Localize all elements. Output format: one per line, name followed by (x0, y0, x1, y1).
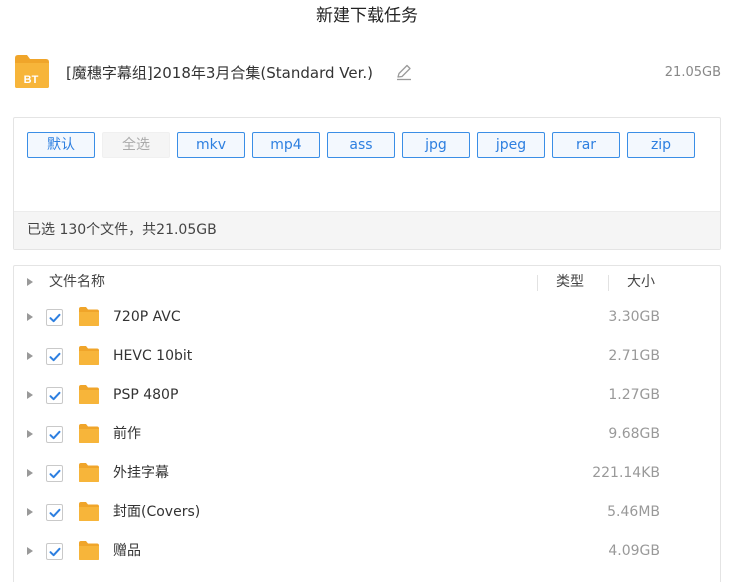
checkmark-icon (49, 391, 61, 401)
checkmark-icon (49, 352, 61, 362)
row-checkbox[interactable] (46, 426, 63, 443)
filter-mkv-button[interactable]: mkv (177, 132, 245, 158)
checkmark-icon (49, 547, 61, 557)
file-row[interactable]: 720P AVC 3.30GB (14, 298, 720, 337)
bt-file-icon: BT (15, 55, 49, 88)
folder-icon (79, 463, 99, 482)
file-row[interactable]: PSP 480P 1.27GB (14, 376, 720, 415)
filter-panel: 默认 全选 mkv mp4 ass jpg jpeg rar zip 已选 13… (13, 117, 721, 250)
expand-arrow-icon[interactable] (27, 391, 33, 399)
file-size: 3.30GB (608, 309, 660, 325)
column-header-type[interactable]: 类型 (556, 272, 584, 292)
expand-arrow-icon[interactable] (27, 508, 33, 516)
file-size: 221.14KB (592, 465, 660, 481)
task-header: BT [魔穗字幕组]2018年3月合集(Standard Ver.) 21.05… (13, 52, 721, 92)
filter-jpg-button[interactable]: jpg (402, 132, 470, 158)
filter-rar-button[interactable]: rar (552, 132, 620, 158)
file-row[interactable]: 外挂字幕 221.14KB (14, 454, 720, 493)
filter-default-button[interactable]: 默认 (27, 132, 95, 158)
task-total-size: 21.05GB (664, 65, 721, 80)
file-row[interactable]: 赠品 4.09GB (14, 532, 720, 571)
file-size: 9.68GB (608, 426, 660, 442)
expand-arrow-icon[interactable] (27, 430, 33, 438)
folder-icon (79, 346, 99, 365)
folder-icon (79, 502, 99, 521)
file-row[interactable]: 封面(Covers) 5.46MB (14, 493, 720, 532)
file-row[interactable]: 前作 9.68GB (14, 415, 720, 454)
row-checkbox[interactable] (46, 348, 63, 365)
checkmark-icon (49, 430, 61, 440)
filter-ass-button[interactable]: ass (327, 132, 395, 158)
expand-all-arrow-icon[interactable] (27, 278, 33, 286)
file-size: 4.09GB (608, 543, 660, 559)
column-header-name[interactable]: 文件名称 (49, 272, 105, 292)
filter-select-all-button[interactable]: 全选 (102, 132, 170, 158)
file-name: 720P AVC (113, 309, 181, 325)
task-name: [魔穗字幕组]2018年3月合集(Standard Ver.) (66, 64, 374, 82)
row-checkbox[interactable] (46, 387, 63, 404)
folder-icon (79, 385, 99, 404)
bt-icon-label: BT (24, 74, 39, 86)
checkmark-icon (49, 508, 61, 518)
filter-zip-button[interactable]: zip (627, 132, 695, 158)
checkmark-icon (49, 313, 61, 323)
file-size: 5.46MB (607, 504, 660, 520)
dialog-title: 新建下载任务 (316, 6, 418, 26)
file-name: 外挂字幕 (113, 465, 169, 481)
row-checkbox[interactable] (46, 543, 63, 560)
folder-icon (79, 307, 99, 326)
folder-icon (79, 541, 99, 560)
expand-arrow-icon[interactable] (27, 313, 33, 321)
filter-mp4-button[interactable]: mp4 (252, 132, 320, 158)
filter-jpeg-button[interactable]: jpeg (477, 132, 545, 158)
file-list-panel: 文件名称 类型 大小 720P AVC 3.30GB HEVC 10bit 2.71G… (13, 265, 721, 582)
file-name: PSP 480P (113, 387, 179, 403)
row-checkbox[interactable] (46, 309, 63, 326)
file-row[interactable]: HEVC 10bit 2.71GB (14, 337, 720, 376)
selection-summary: 已选 130个文件，共21.05GB (14, 211, 720, 249)
file-size: 2.71GB (608, 348, 660, 364)
file-name: HEVC 10bit (113, 348, 193, 364)
file-list-header: 文件名称 类型 大小 (14, 266, 720, 298)
row-checkbox[interactable] (46, 465, 63, 482)
column-divider[interactable] (537, 275, 538, 291)
file-size: 1.27GB (608, 387, 660, 403)
row-checkbox[interactable] (46, 504, 63, 521)
checkmark-icon (49, 469, 61, 479)
file-name: 前作 (113, 426, 141, 442)
folder-icon (79, 424, 99, 443)
expand-arrow-icon[interactable] (27, 352, 33, 360)
file-name: 封面(Covers) (113, 504, 201, 520)
expand-arrow-icon[interactable] (27, 547, 33, 555)
expand-arrow-icon[interactable] (27, 469, 33, 477)
column-header-size[interactable]: 大小 (627, 272, 655, 292)
column-divider[interactable] (608, 275, 609, 291)
edit-icon[interactable] (395, 63, 413, 81)
file-name: 赠品 (113, 543, 141, 559)
